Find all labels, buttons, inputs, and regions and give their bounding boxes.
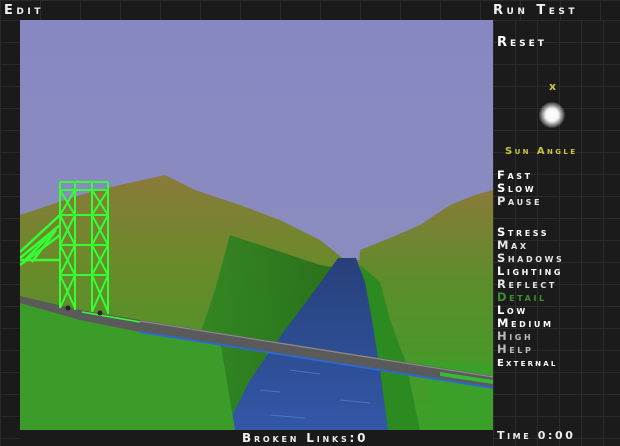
- reset-button[interactable]: Reset: [497, 36, 547, 49]
- time-readout: Time 0:00: [497, 429, 576, 442]
- 3d-viewport[interactable]: [20, 20, 493, 430]
- sun-angle-control[interactable]: x: [521, 80, 581, 142]
- run-test-menu[interactable]: Run Test: [493, 3, 578, 18]
- help-button[interactable]: Help: [497, 343, 533, 356]
- left-border: [0, 20, 20, 446]
- bridge-scene: [20, 20, 493, 430]
- sun-marker: x: [549, 80, 557, 93]
- top-menu-bar: Edit Run Test: [0, 0, 620, 20]
- pause-button[interactable]: Pause: [497, 195, 542, 208]
- edit-menu[interactable]: Edit: [4, 3, 44, 18]
- sun-icon: [539, 102, 565, 128]
- sun-angle-label: Sun Angle: [505, 146, 578, 157]
- broken-links-readout: Broken Links:0: [242, 431, 369, 445]
- bottom-status-bar: Broken Links:0: [20, 430, 493, 446]
- control-panel: Reset x Sun Angle Fast Slow Pause Stress…: [493, 20, 620, 446]
- external-button[interactable]: External: [497, 357, 558, 370]
